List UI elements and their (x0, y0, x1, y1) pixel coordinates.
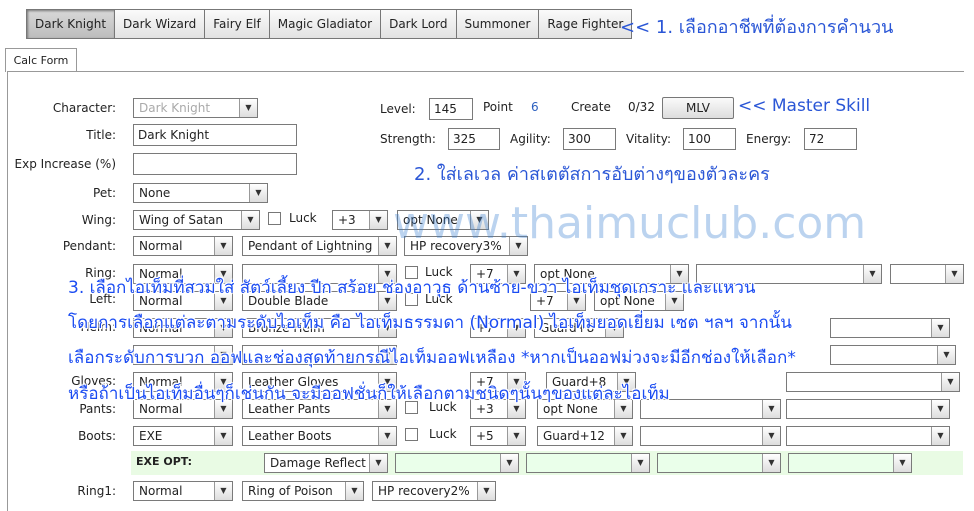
chevron-down-icon: ▼ (214, 427, 232, 445)
tab-dark-lord[interactable]: Dark Lord (380, 9, 456, 39)
exe-opt-select-4[interactable]: ▼ (657, 453, 781, 473)
chevron-down-icon: ▼ (762, 400, 780, 418)
chevron-down-icon: ▼ (507, 427, 525, 445)
level-input[interactable]: 145 (429, 98, 473, 120)
boots-luck-checkbox[interactable] (405, 428, 418, 441)
boots-plus-select[interactable]: +5 ▼ (470, 426, 526, 446)
label-ring1: Ring1: (77, 484, 116, 498)
annotation-step3-line4: หรือถ้าเป็นไอเท็มอื่นๆก็เช่นกัน จะมีออฟช… (68, 384, 670, 404)
tab-fairy-elf[interactable]: Fairy Elf (204, 9, 269, 39)
agility-input[interactable]: 300 (563, 128, 616, 150)
exe-opt-select-5[interactable]: ▼ (788, 453, 912, 473)
chevron-down-icon: ▼ (937, 346, 955, 364)
chevron-down-icon: ▼ (893, 454, 911, 472)
boots-extra-select-2[interactable]: ▼ (786, 426, 950, 446)
create-value: 0/32 (628, 100, 655, 114)
chevron-down-icon: ▼ (931, 427, 949, 445)
exp-increase-input[interactable] (133, 153, 297, 175)
chevron-down-icon: ▼ (631, 454, 649, 472)
tab-dark-knight[interactable]: Dark Knight (26, 9, 115, 39)
label-strength: Strength: (380, 132, 436, 146)
chevron-down-icon: ▼ (931, 319, 949, 337)
point-value: 6 (531, 100, 539, 114)
gloves-extra-select[interactable]: ▼ (786, 372, 960, 392)
exe-opt-select-3[interactable]: ▼ (526, 453, 650, 473)
chevron-down-icon: ▼ (614, 427, 632, 445)
ring1-item-select[interactable]: Ring of Poison ▼ (242, 481, 364, 501)
boots-item-select[interactable]: Leather Boots ▼ (242, 426, 397, 446)
label-energy: Energy: (746, 132, 792, 146)
chevron-down-icon: ▼ (239, 99, 257, 117)
boots-type-select[interactable]: EXE ▼ (133, 426, 233, 446)
pet-select[interactable]: None ▼ (133, 183, 268, 203)
label-character: Character: (52, 101, 116, 115)
label-vitality: Vitality: (626, 132, 671, 146)
chevron-down-icon: ▼ (941, 373, 959, 391)
tab-rage-fighter[interactable]: Rage Fighter (538, 9, 633, 39)
annotation-step3-line1: 3. เลือกไอเท็มที่สวมใส่ สัตว์เลี้ยง ปีก … (68, 278, 756, 298)
exe-opt-select-1[interactable]: Damage Reflect ▼ (264, 453, 388, 473)
boots-opt-select[interactable]: Guard+12 ▼ (537, 426, 633, 446)
chevron-down-icon: ▼ (945, 265, 963, 283)
label-exp-increase: Exp Increase (%) (14, 157, 116, 171)
label-luck: Luck (289, 211, 317, 225)
chevron-down-icon: ▼ (762, 454, 780, 472)
chevron-down-icon: ▼ (931, 400, 949, 418)
vitality-input[interactable]: 100 (683, 128, 736, 150)
label-level: Level: (380, 102, 416, 116)
boots-extra-select-1[interactable]: ▼ (640, 426, 781, 446)
annotation-step2: 2. ใส่เลเวล ค่าสเตตัสการอับต่างๆของตัวละ… (414, 164, 770, 185)
class-tabs: Dark Knight Dark Wizard Fairy Elf Magic … (26, 9, 633, 39)
helm-extra-select[interactable]: ▼ (830, 318, 950, 338)
title-input[interactable]: Dark Knight (133, 124, 297, 146)
annotation-step3-line3: เลือกระดับการบวก ออฟและช่องสุดท้ายกรณีไอ… (68, 348, 796, 368)
energy-input[interactable]: 72 (804, 128, 857, 150)
chevron-down-icon: ▼ (214, 482, 232, 500)
ring-extra-select-2[interactable]: ▼ (890, 264, 964, 284)
chevron-down-icon: ▼ (241, 211, 259, 229)
chevron-down-icon: ▼ (863, 265, 881, 283)
ring1-opt-select[interactable]: HP recovery2% ▼ (372, 481, 496, 501)
label-title: Title: (86, 128, 116, 142)
chevron-down-icon: ▼ (762, 427, 780, 445)
tab-summoner[interactable]: Summoner (455, 9, 539, 39)
watermark: www.thaimuclub.com (393, 198, 867, 249)
label-wing: Wing: (81, 213, 116, 227)
pendant-item-select[interactable]: Pendant of Lightning ▼ (242, 236, 397, 256)
chevron-down-icon: ▼ (345, 482, 363, 500)
tab-magic-gladiator[interactable]: Magic Gladiator (268, 9, 381, 39)
ring1-type-select[interactable]: Normal ▼ (133, 481, 233, 501)
wing-select[interactable]: Wing of Satan ▼ (133, 210, 260, 230)
chevron-down-icon: ▼ (477, 482, 495, 500)
annotation-master-skill: << Master Skill (738, 96, 871, 116)
label-exe-opt: EXE OPT: (136, 455, 193, 468)
chevron-down-icon: ▼ (249, 184, 267, 202)
label-boots: Boots: (78, 429, 116, 443)
strength-input[interactable]: 325 (448, 128, 500, 150)
wing-plus-select[interactable]: +3 ▼ (332, 210, 388, 230)
pendant-type-select[interactable]: Normal ▼ (133, 236, 233, 256)
label-agility: Agility: (510, 132, 551, 146)
tab-calc-form[interactable]: Calc Form (5, 48, 77, 72)
tab-dark-wizard[interactable]: Dark Wizard (114, 9, 205, 39)
label-create: Create (571, 100, 611, 114)
label-luck: Luck (429, 427, 457, 441)
chevron-down-icon: ▼ (369, 211, 387, 229)
label-pet: Pet: (93, 186, 116, 200)
chevron-down-icon: ▼ (500, 454, 518, 472)
chevron-down-icon: ▼ (378, 427, 396, 445)
annotation-step3-line2: โดยการเลือกแต่ละตามระดับไอเท็ม คือ ไอเท็… (68, 313, 792, 333)
chevron-down-icon: ▼ (369, 454, 387, 472)
label-pendant: Pendant: (62, 239, 116, 253)
pants-extra-select-2[interactable]: ▼ (786, 399, 950, 419)
character-select[interactable]: Dark Knight ▼ (133, 98, 258, 118)
armor-extra-select[interactable]: ▼ (830, 345, 956, 365)
wing-luck-checkbox[interactable] (268, 212, 281, 225)
label-point: Point (483, 100, 513, 114)
exe-opt-select-2[interactable]: ▼ (395, 453, 519, 473)
chevron-down-icon: ▼ (214, 237, 232, 255)
mlv-button[interactable]: MLV (662, 97, 734, 119)
annotation-step1: << 1. เลือกอาชีพที่ต้องการคำนวน (620, 17, 894, 38)
